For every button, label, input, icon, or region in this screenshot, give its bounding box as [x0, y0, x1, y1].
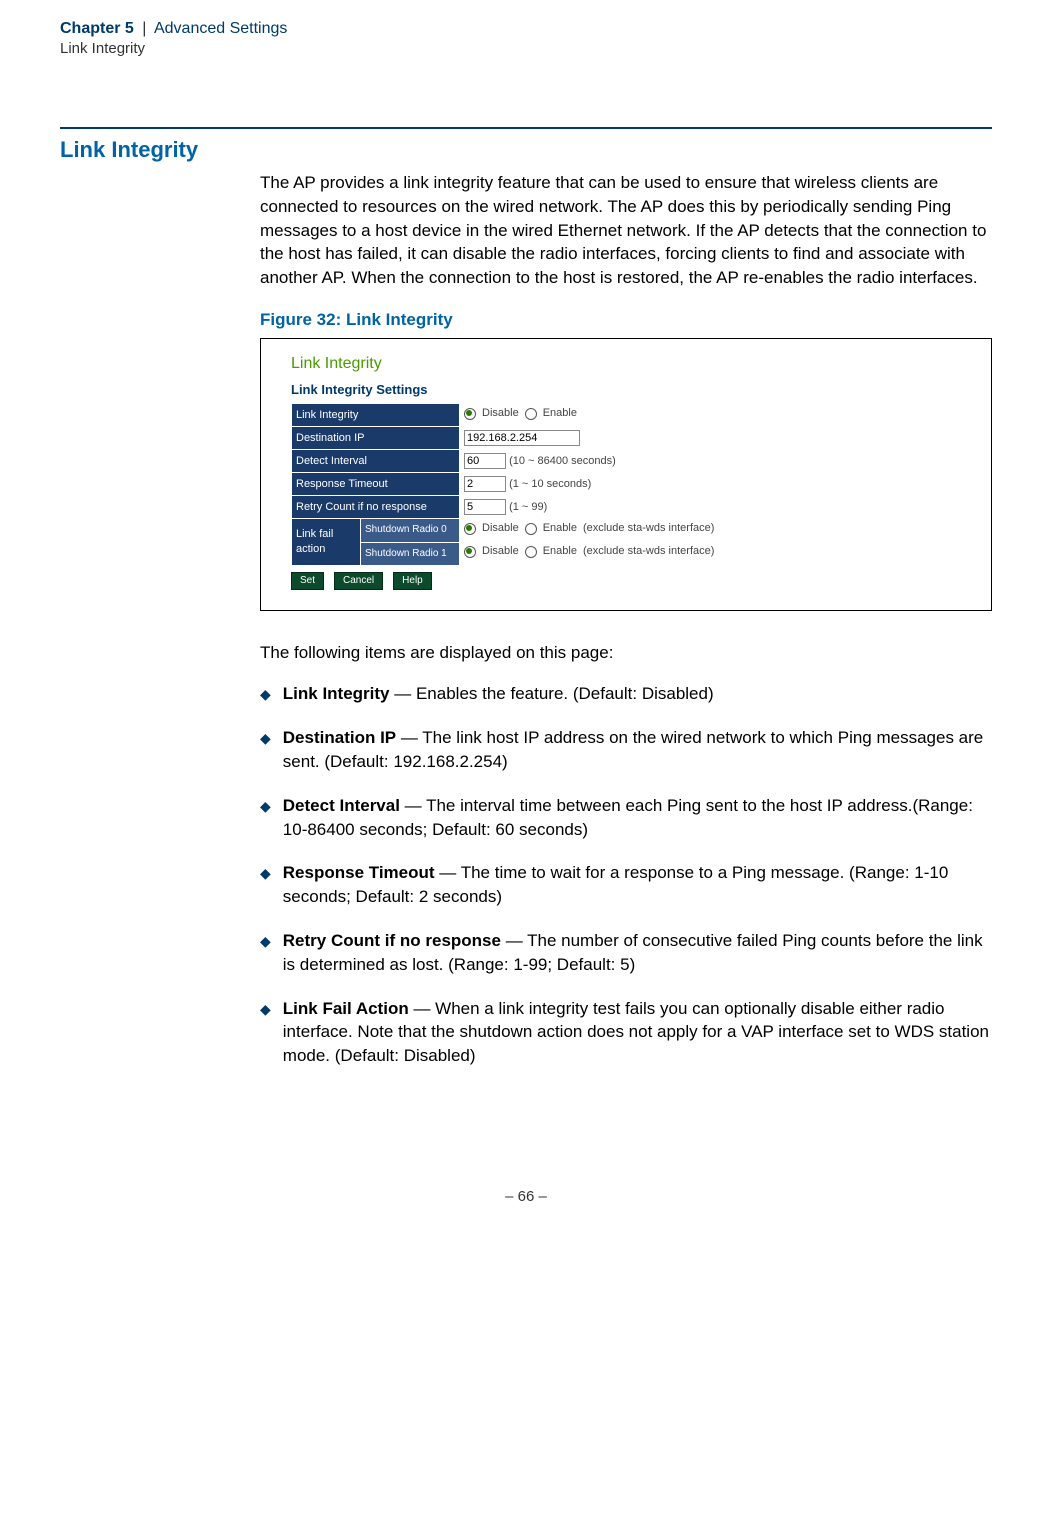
header-separator: |: [142, 20, 146, 37]
row-link-integrity: Link Integrity Disable Enable: [292, 404, 931, 427]
help-button[interactable]: Help: [393, 572, 432, 590]
exclude-note: (exclude sta-wds interface): [583, 544, 714, 559]
label-shutdown-radio-1: Shutdown Radio 1: [361, 542, 460, 565]
bullet-icon: ◆: [260, 685, 271, 706]
link-integrity-radio-group[interactable]: Disable Enable: [464, 406, 577, 421]
label-destination-ip: Destination IP: [292, 427, 460, 450]
figure-subtitle: Link Integrity Settings: [291, 381, 981, 399]
list-item: ◆ Retry Count if no response — The numbe…: [260, 929, 992, 977]
list-item: ◆ Response Timeout — The time to wait fo…: [260, 861, 992, 909]
set-button[interactable]: Set: [291, 572, 324, 590]
section-title: Link Integrity: [60, 137, 992, 163]
disable-label: Disable: [482, 521, 519, 536]
bullet-icon: ◆: [260, 864, 271, 909]
figure-caption: Figure 32: Link Integrity: [260, 308, 992, 332]
response-timeout-hint: (1 ~ 10 seconds): [509, 478, 591, 490]
row-link-fail-radio0: Link fail action Shutdown Radio 0 Disabl…: [292, 519, 931, 542]
enable-label: Enable: [543, 521, 577, 536]
label-link-fail-action: Link fail action: [292, 519, 361, 565]
page-subhead: Link Integrity: [60, 40, 992, 57]
item-list: ◆ Link Integrity — Enables the feature. …: [260, 682, 992, 1068]
row-detect-interval: Detect Interval (10 ~ 86400 seconds): [292, 450, 931, 473]
radio-icon: [525, 408, 537, 420]
retry-count-hint: (1 ~ 99): [509, 501, 547, 513]
figure-title: Link Integrity: [291, 353, 981, 375]
row-link-fail-radio1: Shutdown Radio 1 Disable Enable (exclude…: [292, 542, 931, 565]
detect-interval-hint: (10 ~ 86400 seconds): [509, 455, 616, 467]
item-title: Destination IP: [283, 728, 396, 747]
radio-icon: [525, 523, 537, 535]
radio-icon: [525, 546, 537, 558]
cancel-button[interactable]: Cancel: [334, 572, 383, 590]
disable-label: Disable: [482, 406, 519, 421]
page-header: Chapter 5 | Advanced Settings: [60, 20, 992, 38]
item-title: Detect Interval: [283, 796, 400, 815]
intro-paragraph: The AP provides a link integrity feature…: [260, 171, 992, 290]
detect-interval-input[interactable]: [464, 453, 506, 469]
retry-count-input[interactable]: [464, 499, 506, 515]
chapter-subject: Advanced Settings: [154, 20, 287, 37]
radio-selected-icon: [464, 523, 476, 535]
label-link-integrity: Link Integrity: [292, 404, 460, 427]
row-retry-count: Retry Count if no response (1 ~ 99): [292, 496, 931, 519]
list-item: ◆ Link Integrity — Enables the feature. …: [260, 682, 992, 706]
exclude-note: (exclude sta-wds interface): [583, 521, 714, 536]
shutdown-radio-1-group[interactable]: Disable Enable (exclude sta-wds interfac…: [464, 544, 714, 559]
list-item: ◆ Destination IP — The link host IP addr…: [260, 726, 992, 774]
row-destination-ip: Destination IP: [292, 427, 931, 450]
figure-box: Link Integrity Link Integrity Settings L…: [260, 338, 992, 611]
item-desc: — Enables the feature. (Default: Disable…: [390, 684, 714, 703]
item-title: Response Timeout: [283, 863, 435, 882]
radio-selected-icon: [464, 408, 476, 420]
list-intro: The following items are displayed on thi…: [260, 641, 992, 665]
bullet-icon: ◆: [260, 729, 271, 774]
page-footer: – 66 –: [60, 1188, 992, 1205]
chapter-label: Chapter 5: [60, 20, 134, 37]
disable-label: Disable: [482, 544, 519, 559]
settings-table: Link Integrity Disable Enable Destinatio…: [291, 403, 931, 565]
label-detect-interval: Detect Interval: [292, 450, 460, 473]
enable-label: Enable: [543, 406, 577, 421]
section-divider: [60, 127, 992, 129]
shutdown-radio-0-group[interactable]: Disable Enable (exclude sta-wds interfac…: [464, 521, 714, 536]
item-title: Link Integrity: [283, 684, 390, 703]
destination-ip-input[interactable]: [464, 430, 580, 446]
item-title: Link Fail Action: [283, 999, 409, 1018]
figure-button-row: Set Cancel Help: [291, 572, 981, 590]
radio-selected-icon: [464, 546, 476, 558]
item-title: Retry Count if no response: [283, 931, 501, 950]
enable-label: Enable: [543, 544, 577, 559]
list-item: ◆ Link Fail Action — When a link integri…: [260, 997, 992, 1068]
bullet-icon: ◆: [260, 797, 271, 842]
row-response-timeout: Response Timeout (1 ~ 10 seconds): [292, 473, 931, 496]
list-item: ◆ Detect Interval — The interval time be…: [260, 794, 992, 842]
label-response-timeout: Response Timeout: [292, 473, 460, 496]
response-timeout-input[interactable]: [464, 476, 506, 492]
label-shutdown-radio-0: Shutdown Radio 0: [361, 519, 460, 542]
label-retry-count: Retry Count if no response: [292, 496, 460, 519]
bullet-icon: ◆: [260, 932, 271, 977]
bullet-icon: ◆: [260, 1000, 271, 1068]
